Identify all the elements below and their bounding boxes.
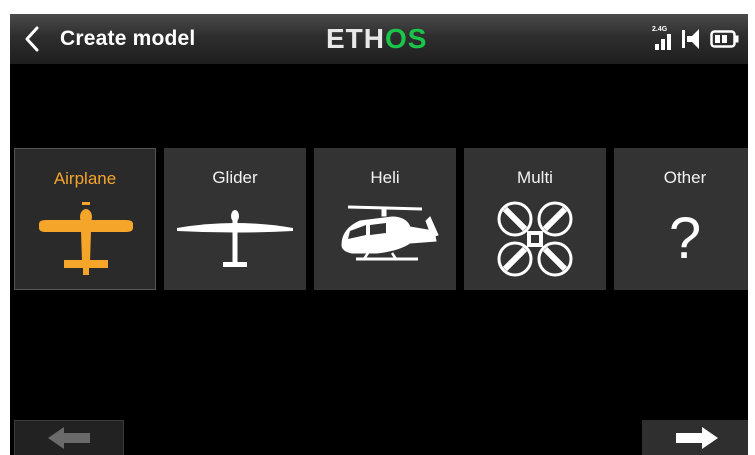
multirotor-icon bbox=[497, 201, 573, 277]
rf-band-label: 2.4G bbox=[652, 26, 668, 33]
page-title: Create model bbox=[60, 27, 196, 50]
model-type-airplane[interactable]: Airplane bbox=[14, 148, 156, 290]
model-type-label: Heli bbox=[370, 168, 400, 187]
airplane-icon bbox=[39, 202, 133, 275]
model-type-label: Airplane bbox=[53, 169, 117, 188]
logo-text-eth: ETH bbox=[326, 23, 385, 54]
model-type-heli[interactable]: Heli bbox=[314, 148, 456, 290]
back-button[interactable] bbox=[14, 22, 50, 56]
model-type-multi[interactable]: Multi bbox=[464, 148, 606, 290]
battery-icon bbox=[710, 30, 739, 48]
model-type-glider[interactable]: Glider bbox=[164, 148, 306, 290]
question-mark-icon: ? bbox=[668, 206, 702, 271]
previous-page-button[interactable] bbox=[14, 420, 124, 455]
rf-signal-icon: 2.4G bbox=[652, 24, 678, 54]
model-type-label: Glider bbox=[212, 168, 258, 187]
arrow-right-icon bbox=[676, 427, 718, 449]
model-type-grid: Airplane Glider Heli Multi Other ? bbox=[14, 148, 748, 290]
ethos-logo: ETHOS bbox=[326, 14, 427, 64]
arrow-left-icon bbox=[48, 427, 90, 449]
next-page-button[interactable] bbox=[642, 420, 748, 455]
header-bar: Create model ETHOS 2.4G bbox=[10, 14, 748, 64]
status-area: 2.4G bbox=[652, 24, 740, 54]
chevron-left-icon bbox=[25, 26, 39, 52]
helicopter-icon bbox=[341, 205, 439, 261]
model-type-label: Multi bbox=[517, 168, 553, 187]
speaker-icon[interactable] bbox=[682, 27, 706, 51]
logo-text-os: OS bbox=[385, 23, 428, 54]
device-frame: Create model ETHOS 2.4G Airplane Glider … bbox=[0, 0, 755, 455]
model-type-label: Other bbox=[663, 168, 707, 187]
radio-screen: Create model ETHOS 2.4G Airplane Glider … bbox=[10, 14, 748, 455]
model-type-other[interactable]: Other ? bbox=[614, 148, 748, 290]
glider-icon bbox=[177, 210, 293, 267]
